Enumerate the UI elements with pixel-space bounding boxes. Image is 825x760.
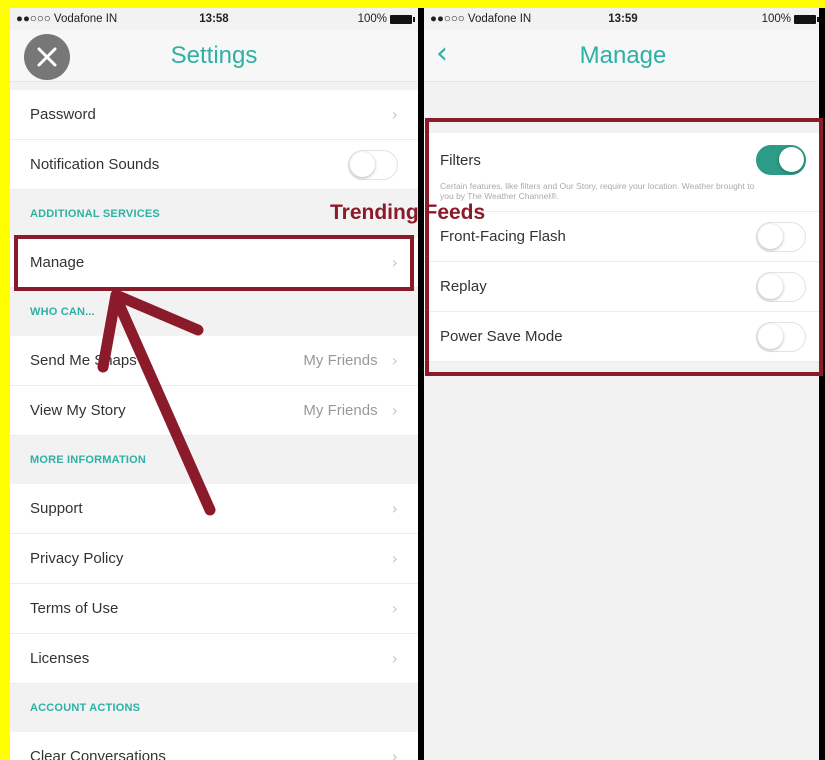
chevron-right-icon: › — [391, 599, 398, 618]
row-power-save-mode: Power Save Mode — [424, 312, 822, 362]
row-label: Filters — [440, 151, 481, 169]
filters-toggle[interactable] — [756, 145, 806, 175]
row-label: Front-Facing Flash — [440, 228, 566, 245]
toggle-knob — [758, 223, 783, 249]
row-label: Licenses — [30, 650, 90, 667]
status-bar: ●●○○○ Vodafone IN 13:58 100% — [10, 8, 418, 30]
toggle-knob — [350, 151, 375, 177]
carrier-label: ●●○○○ Vodafone IN — [16, 13, 118, 25]
section-header-who-can: WHO CAN... — [30, 306, 95, 318]
row-support[interactable]: Support › — [10, 484, 418, 534]
row-licenses[interactable]: Licenses › — [10, 634, 418, 684]
row-password[interactable]: Password › — [10, 90, 418, 140]
empty-area — [424, 383, 822, 760]
status-time: 13:59 — [608, 13, 638, 25]
row-label: Power Save Mode — [440, 328, 563, 345]
row-view-my-story[interactable]: View My Story My Friends › — [10, 386, 418, 436]
power-save-mode-toggle[interactable] — [756, 321, 806, 352]
row-send-me-snaps[interactable]: Send Me Snaps My Friends › — [10, 336, 418, 386]
row-privacy-policy[interactable]: Privacy Policy › — [10, 534, 418, 584]
filters-description: Certain features, like filters and Our S… — [440, 181, 755, 201]
row-clear-conversations[interactable]: Clear Conversations › — [10, 732, 418, 760]
right-edge — [819, 8, 825, 760]
battery-percent: 100% — [357, 13, 387, 25]
toggle-knob — [779, 147, 804, 172]
status-time: 13:58 — [199, 13, 229, 25]
row-label: View My Story — [30, 402, 126, 419]
row-front-facing-flash: Front-Facing Flash — [424, 212, 822, 262]
row-label: Manage — [30, 254, 85, 271]
row-label: Terms of Use — [30, 600, 119, 617]
row-value: My Friends — [303, 352, 378, 369]
row-label: Replay — [440, 278, 487, 295]
row-label: Privacy Policy — [30, 550, 124, 567]
front-facing-flash-toggle[interactable] — [756, 221, 806, 252]
row-label: Clear Conversations — [30, 748, 166, 760]
row-label: Send Me Snaps — [30, 352, 137, 369]
manage-screen: ●●○○○ Vodafone IN 13:59 100% ‹ Manage Fi… — [424, 8, 822, 760]
close-button[interactable] — [24, 34, 70, 80]
carrier-label: ●●○○○ Vodafone IN — [430, 13, 532, 25]
notification-sounds-toggle[interactable] — [348, 149, 398, 180]
chevron-right-icon: › — [391, 499, 398, 518]
battery-icon — [390, 14, 415, 24]
section-header-account-actions: ACCOUNT ACTIONS — [30, 702, 141, 714]
screenshot-frame: ●●○○○ Vodafone IN 13:58 100% Settings Pa… — [0, 0, 825, 760]
chevron-right-icon: › — [391, 351, 398, 370]
chevron-right-icon: › — [391, 105, 398, 124]
section-header-more-information: MORE INFORMATION — [30, 454, 147, 466]
nav-bar: Settings — [10, 30, 418, 82]
chevron-right-icon: › — [391, 649, 398, 668]
toggle-knob — [758, 323, 783, 349]
settings-screen: ●●○○○ Vodafone IN 13:58 100% Settings Pa… — [10, 8, 418, 760]
chevron-right-icon: › — [391, 549, 398, 568]
row-notification-sounds: Notification Sounds — [10, 140, 418, 190]
row-value: My Friends — [303, 402, 378, 419]
row-label: Support — [30, 500, 83, 517]
battery-percent: 100% — [761, 13, 791, 25]
row-manage[interactable]: Manage › — [10, 238, 418, 288]
status-bar: ●●○○○ Vodafone IN 13:59 100% — [424, 8, 822, 30]
chevron-right-icon: › — [391, 401, 398, 420]
battery-icon — [794, 14, 819, 24]
row-label: Password — [30, 106, 96, 123]
close-icon — [37, 47, 57, 67]
chevron-right-icon: › — [391, 253, 398, 272]
page-title: Settings — [170, 41, 258, 69]
section-header-additional-services: ADDITIONAL SERVICES — [30, 208, 160, 220]
toggle-knob — [758, 273, 783, 299]
chevron-left-icon: ‹ — [436, 36, 448, 71]
row-terms-of-use[interactable]: Terms of Use › — [10, 584, 418, 634]
row-replay: Replay — [424, 262, 822, 312]
page-title: Manage — [579, 41, 667, 69]
chevron-right-icon: › — [391, 747, 398, 760]
settings-list: Password › Notification Sounds ADDITIONA… — [10, 90, 418, 760]
nav-bar: ‹ Manage — [424, 30, 822, 82]
row-label: Notification Sounds — [30, 156, 160, 173]
battery-indicator: 100% — [761, 13, 819, 25]
battery-indicator: 100% — [357, 13, 415, 25]
back-button[interactable]: ‹ — [436, 39, 448, 69]
manage-list: Filters Certain features, like filters a… — [424, 133, 822, 362]
row-filters: Filters Certain features, like filters a… — [424, 133, 822, 212]
replay-toggle[interactable] — [756, 271, 806, 302]
